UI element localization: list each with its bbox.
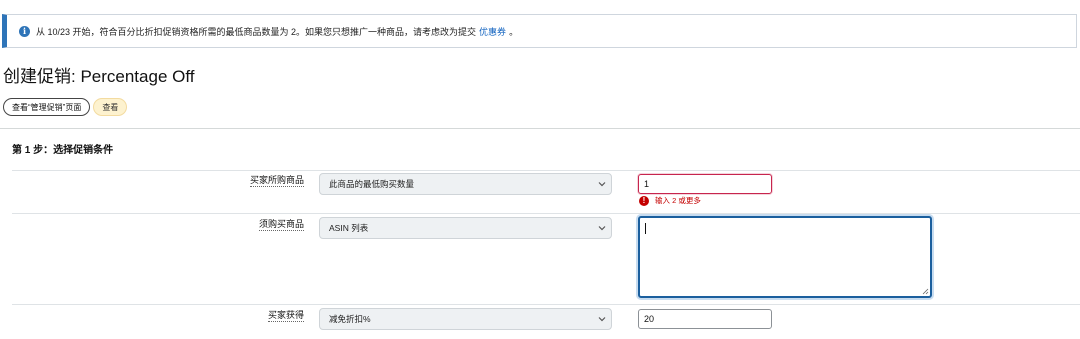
notice-text: 从 10/23 开始，符合百分比折扣促销资格所需的最低商品数量为 2。如果您只想…	[36, 26, 477, 37]
buyer-purchases-select[interactable]: 此商品的最低购买数量	[319, 173, 612, 195]
asin-list-textarea[interactable]	[638, 216, 932, 298]
divider	[12, 213, 1080, 214]
info-notice-banner: i 从 10/23 开始，符合百分比折扣促销资格所需的最低商品数量为 2。如果您…	[2, 14, 1077, 48]
view-button[interactable]: 查看	[93, 98, 128, 116]
buyer-purchases-label: 买家所购商品	[249, 175, 304, 187]
select-value: 减免折扣%	[329, 314, 371, 324]
view-manage-promotions-button[interactable]: 查看“管理促销”页面	[3, 98, 91, 116]
step-heading: 第 1 步：选择促销条件	[12, 145, 114, 156]
chevron-down-icon	[598, 226, 606, 231]
text-caret	[645, 223, 646, 234]
discount-percent-input[interactable]: 20	[638, 309, 772, 329]
buyer-gets-select[interactable]: 减免折扣%	[319, 308, 612, 330]
buyer-gets-label: 买家获得	[267, 310, 304, 322]
divider	[12, 304, 1080, 305]
info-icon: i	[19, 25, 30, 37]
step1-card: 第 1 步：选择促销条件 买家所购商品 此商品的最低购买数量 1 ! 输入 2 …	[0, 128, 1080, 339]
page-actions: 查看“管理促销”页面 查看	[3, 98, 128, 116]
select-value: 此商品的最低购买数量	[329, 179, 415, 189]
error-text: 输入 2 或更多	[655, 196, 701, 205]
min-quantity-input[interactable]: 1	[638, 174, 772, 194]
required-items-label: 须购买商品	[258, 219, 304, 231]
divider	[12, 170, 1080, 171]
required-items-select[interactable]: ASIN 列表	[319, 217, 612, 239]
select-value: ASIN 列表	[329, 223, 369, 233]
resize-grip-icon[interactable]	[921, 287, 929, 295]
chevron-down-icon	[598, 317, 606, 322]
coupon-link[interactable]: 优惠券	[479, 25, 506, 38]
page-title: 创建促销: Percentage Off	[3, 67, 195, 86]
error-icon: !	[639, 195, 649, 206]
notice-text-end: 。	[509, 26, 519, 37]
quantity-error-message: ! 输入 2 或更多	[639, 195, 701, 206]
chevron-down-icon	[598, 182, 606, 187]
